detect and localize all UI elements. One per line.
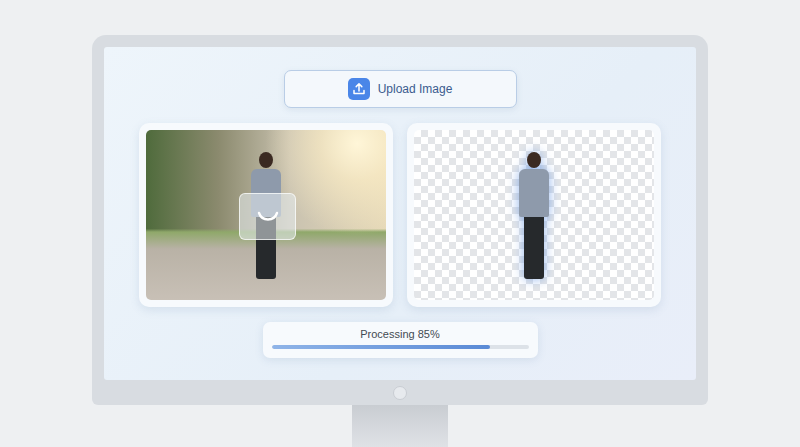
result-card	[407, 123, 661, 307]
monitor-chin	[104, 380, 696, 405]
progress-track	[272, 345, 529, 349]
progress-label: Processing 85%	[360, 328, 440, 340]
spinner-icon	[255, 204, 281, 230]
image-panels	[139, 123, 661, 307]
loading-overlay	[239, 193, 296, 240]
monitor: Upload Image Processing 85%	[92, 35, 708, 405]
original-card	[139, 123, 393, 307]
monitor-logo-icon	[393, 386, 407, 400]
monitor-stand	[352, 405, 448, 447]
upload-button[interactable]: Upload Image	[284, 70, 517, 108]
upload-label: Upload Image	[378, 82, 453, 96]
progress-fill	[272, 345, 490, 349]
original-photo	[146, 130, 386, 300]
page: Upload Image Processing 85%	[0, 0, 800, 447]
upload-arrow-icon	[352, 82, 366, 96]
upload-icon	[348, 78, 370, 100]
person-cutout	[519, 152, 549, 279]
progress-card: Processing 85%	[263, 322, 538, 358]
result-transparent-image	[414, 130, 654, 300]
screen: Upload Image Processing 85%	[104, 47, 696, 380]
